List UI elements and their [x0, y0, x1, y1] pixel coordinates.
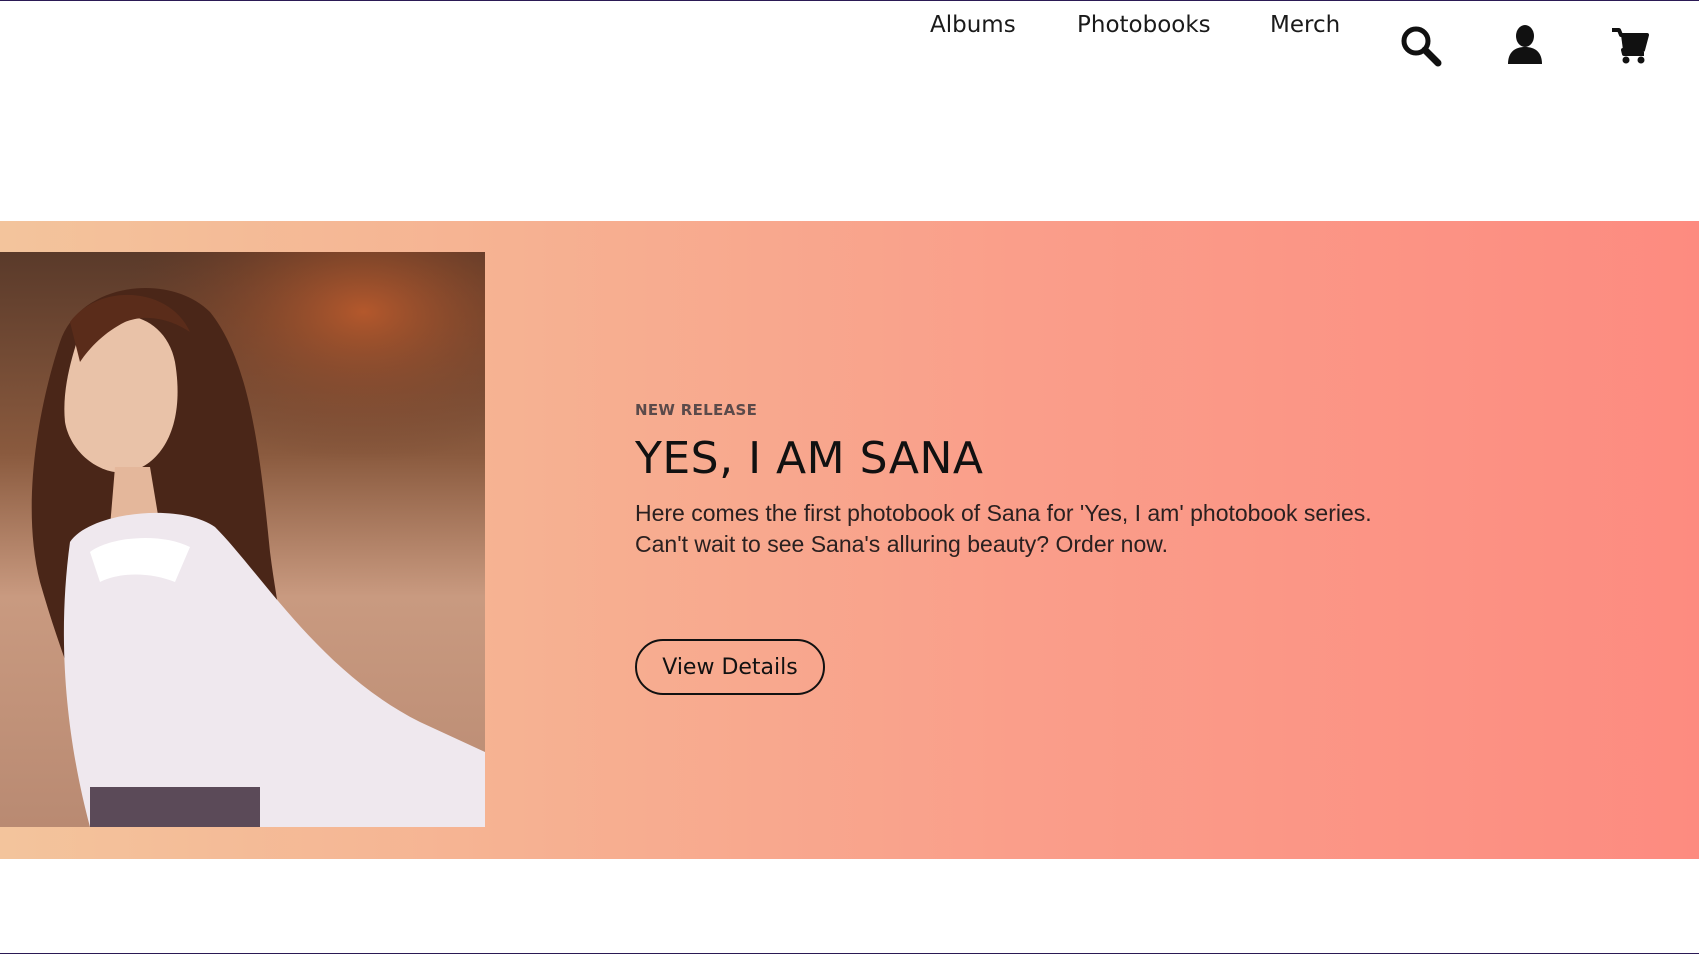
release-label: NEW RELEASE: [635, 401, 758, 419]
hero-photo: [0, 252, 485, 827]
nav-item-albums[interactable]: Albums: [930, 12, 1016, 38]
bottom-divider: [0, 953, 1699, 954]
cart-icon[interactable]: [1610, 26, 1654, 70]
nav-item-photobooks[interactable]: Photobooks: [1077, 12, 1211, 38]
page: Albums Photobooks Merch NEW RELEASE YES,…: [0, 0, 1699, 955]
hero-banner: NEW RELEASE YES, I AM SANA Here comes th…: [0, 221, 1699, 859]
search-icon[interactable]: [1399, 24, 1443, 68]
top-divider: [0, 0, 1699, 1]
hero-title: YES, I AM SANA: [635, 433, 984, 484]
hero-text-block: NEW RELEASE YES, I AM SANA Here comes th…: [635, 401, 1395, 695]
hero-description: Here comes the first photobook of Sana f…: [635, 500, 1372, 557]
user-icon[interactable]: [1505, 24, 1549, 68]
view-details-button[interactable]: View Details: [635, 639, 825, 695]
nav-item-merch[interactable]: Merch: [1270, 12, 1340, 38]
sana-photo-illustration: [0, 252, 485, 827]
